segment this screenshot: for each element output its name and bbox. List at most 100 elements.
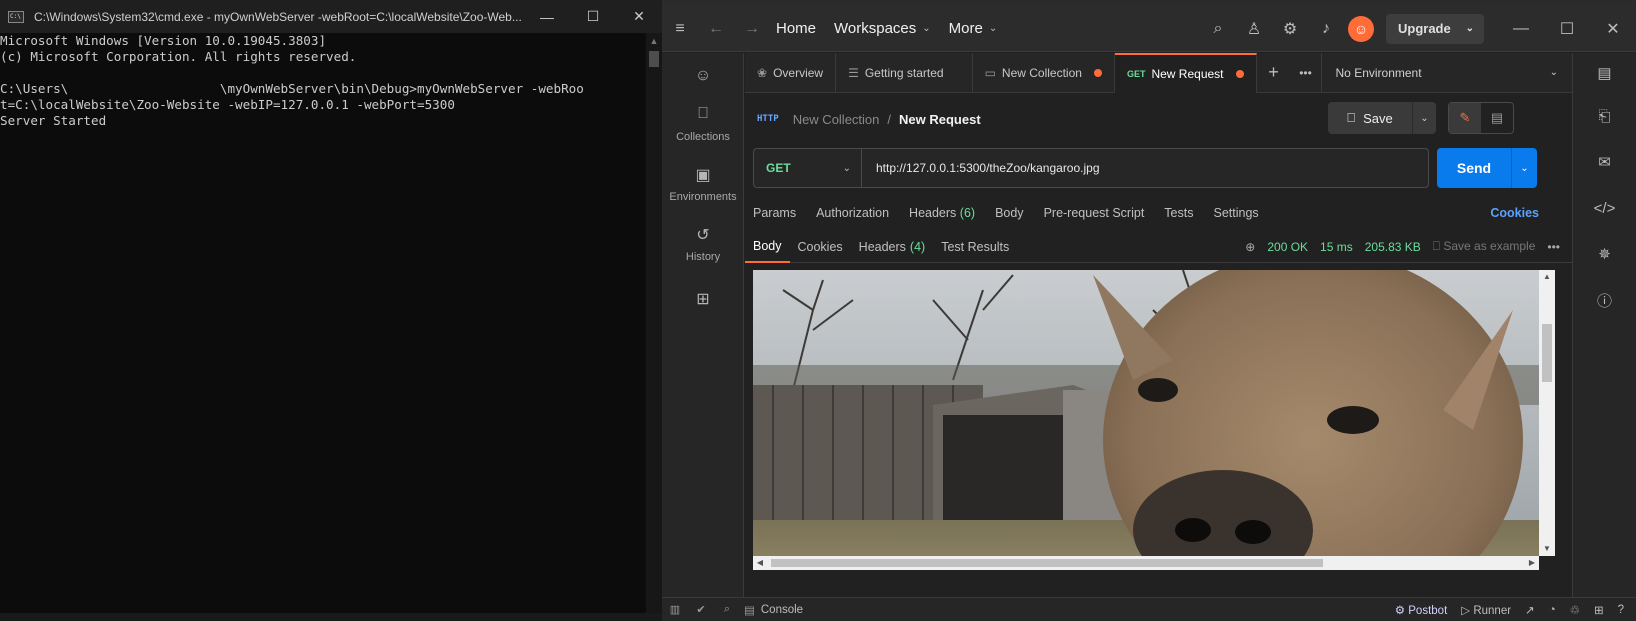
vertical-scrollbar[interactable]: ▲ ▼ bbox=[1539, 270, 1555, 556]
cookies-link[interactable]: Cookies bbox=[1490, 206, 1539, 220]
sidebar-item-environments[interactable]: ▣ Environments bbox=[662, 165, 744, 203]
chevron-down-icon: ⌄ bbox=[1549, 67, 1558, 78]
response-size[interactable]: 205.83 KB bbox=[1365, 240, 1421, 254]
scroll-up-icon[interactable]: ▲ bbox=[1539, 270, 1555, 284]
url-input[interactable] bbox=[861, 148, 1429, 188]
taskbar-fragment bbox=[0, 613, 662, 621]
sidebar-item-apps[interactable]: ⊞ bbox=[662, 289, 744, 315]
tab-settings[interactable]: Settings bbox=[1213, 206, 1258, 220]
method-select[interactable]: GET ⌄ bbox=[753, 148, 861, 188]
sidebar-item-collections[interactable]: ⎕ Collections bbox=[662, 105, 744, 143]
runner-button[interactable]: ▷ Runner bbox=[1461, 603, 1511, 617]
invite-user-icon[interactable]: ♙ bbox=[1236, 6, 1272, 52]
scroll-right-icon[interactable]: ▶ bbox=[1525, 556, 1539, 570]
response-tab-cookies[interactable]: Cookies bbox=[790, 231, 851, 263]
upgrade-button[interactable]: Upgrade ⌄ bbox=[1386, 13, 1484, 44]
response-tab-body[interactable]: Body bbox=[745, 231, 790, 263]
back-arrow-icon[interactable]: ← bbox=[698, 6, 734, 52]
search-icon[interactable]: ⌕ bbox=[1200, 6, 1236, 52]
toggle-sidebar-icon[interactable]: ▥ bbox=[662, 603, 688, 616]
console-button[interactable]: ▤ Console bbox=[744, 603, 803, 617]
code-icon[interactable]: </> bbox=[1573, 185, 1636, 231]
postbot-button[interactable]: ⚙ Postbot bbox=[1395, 603, 1448, 617]
status-badge[interactable]: 200 OK bbox=[1267, 240, 1308, 254]
more-tabs-icon[interactable]: ••• bbox=[1291, 53, 1321, 93]
trash-icon[interactable]: ♲ bbox=[1570, 603, 1580, 617]
forward-arrow-icon[interactable]: → bbox=[734, 6, 770, 52]
globe-icon[interactable]: ⊕ bbox=[1245, 240, 1255, 254]
send-button[interactable]: Send ⌄ bbox=[1437, 148, 1537, 188]
tab-label: New Request bbox=[1151, 66, 1224, 81]
response-tab-headers[interactable]: Headers (4) bbox=[851, 231, 934, 263]
settings-gear-icon[interactable]: ⚙ bbox=[1272, 6, 1308, 52]
tab-tests[interactable]: Tests bbox=[1164, 206, 1193, 220]
save-disk-icon: ⎕ bbox=[1432, 239, 1440, 253]
cookies-icon[interactable]: ◔ bbox=[1549, 604, 1556, 616]
search-icon[interactable]: ⌕ bbox=[714, 603, 740, 616]
tab-pre-request-script[interactable]: Pre-request Script bbox=[1044, 206, 1145, 220]
scroll-thumb[interactable] bbox=[771, 559, 1323, 567]
tab-getting-started[interactable]: ☰ Getting started bbox=[836, 52, 973, 93]
response-tab-test-results[interactable]: Test Results bbox=[933, 231, 1017, 263]
breadcrumb-current[interactable]: New Request bbox=[899, 112, 981, 127]
layout-icon[interactable]: ⊞ bbox=[1594, 603, 1604, 617]
sidebar-item-account[interactable]: ☺ bbox=[662, 67, 744, 93]
menu-icon[interactable]: ≡ bbox=[662, 6, 698, 52]
scroll-thumb[interactable] bbox=[649, 51, 659, 67]
tab-overview[interactable]: ❀ Overview bbox=[745, 52, 837, 93]
save-button[interactable]: ⎕ Save bbox=[1328, 102, 1412, 134]
home-link[interactable]: Home bbox=[776, 20, 816, 37]
tab-headers[interactable]: Headers (6) bbox=[909, 206, 975, 220]
tab-params[interactable]: Params bbox=[753, 206, 796, 220]
tab-new-collection[interactable]: ▭ New Collection bbox=[973, 52, 1115, 93]
maximize-icon[interactable]: ☐ bbox=[570, 0, 616, 33]
scroll-thumb[interactable] bbox=[1542, 324, 1552, 382]
save-dropdown-button[interactable]: ⌄ bbox=[1412, 102, 1436, 134]
horizontal-scrollbar[interactable]: ◀ ▶ bbox=[753, 556, 1539, 570]
save-as-example-button[interactable]: ⎕ Save as example bbox=[1433, 239, 1536, 254]
workspaces-menu[interactable]: Workspaces ⌄ bbox=[834, 20, 931, 37]
minimize-icon[interactable]: — bbox=[524, 0, 570, 33]
tab-new-request[interactable]: GET New Request bbox=[1114, 52, 1257, 93]
environment-quicklook-icon[interactable]: ▤ bbox=[1573, 53, 1636, 93]
documentation-icon[interactable]: ⎗ bbox=[1573, 93, 1636, 139]
sidebar-item-history[interactable]: ↺ History bbox=[662, 225, 744, 263]
cmd-console-output[interactable]: Microsoft Windows [Version 10.0.19045.38… bbox=[0, 33, 646, 613]
tab-authorization[interactable]: Authorization bbox=[816, 206, 889, 220]
cmd-window-title: C:\Windows\System32\cmd.exe - myOwnWebSe… bbox=[34, 9, 522, 24]
info-icon[interactable]: ⓘ bbox=[1573, 277, 1636, 323]
comment-icon[interactable]: ▤ bbox=[1481, 103, 1513, 133]
notifications-bell-icon[interactable]: ♪ bbox=[1308, 6, 1344, 52]
edit-pencil-icon[interactable]: ✎ bbox=[1449, 103, 1481, 133]
help-icon[interactable]: ? bbox=[1618, 604, 1624, 616]
more-options-icon[interactable]: ••• bbox=[1547, 240, 1560, 254]
tab-body[interactable]: Body bbox=[995, 206, 1024, 220]
close-icon[interactable]: ✕ bbox=[616, 0, 662, 33]
more-menu[interactable]: More ⌄ bbox=[949, 20, 998, 37]
user-icon: ☺ bbox=[694, 67, 712, 84]
avatar[interactable]: ☺ bbox=[1348, 15, 1374, 42]
sidebar-item-label: Environments bbox=[669, 191, 737, 203]
scroll-left-icon[interactable]: ◀ bbox=[753, 556, 767, 570]
scroll-down-icon[interactable]: ▼ bbox=[1539, 542, 1555, 556]
environment-select[interactable]: No Environment ⌄ bbox=[1320, 52, 1572, 93]
response-image-viewer[interactable] bbox=[753, 270, 1539, 570]
scroll-up-icon[interactable]: ▲ bbox=[646, 33, 662, 49]
minimize-icon[interactable]: — bbox=[1498, 6, 1544, 52]
new-tab-plus-icon[interactable]: + bbox=[1257, 53, 1291, 93]
status-footer: ▥ ✔ ⌕ ▤ Console ⚙ Postbot ▷ Runner ↗ ◔ ♲… bbox=[662, 597, 1636, 621]
overview-icon: ❀ bbox=[757, 65, 768, 80]
breadcrumb-parent[interactable]: New Collection bbox=[793, 112, 880, 127]
cmd-scrollbar[interactable]: ▲ bbox=[646, 33, 662, 613]
close-icon[interactable]: ✕ bbox=[1590, 6, 1636, 52]
send-dropdown-icon[interactable]: ⌄ bbox=[1511, 148, 1537, 188]
lightbulb-icon[interactable]: ✵ bbox=[1573, 231, 1636, 277]
comments-icon[interactable]: ✉ bbox=[1573, 139, 1636, 185]
maximize-icon[interactable]: ☐ bbox=[1544, 6, 1590, 52]
runner-icon: ▷ bbox=[1461, 604, 1471, 617]
check-circle-icon[interactable]: ✔ bbox=[688, 603, 714, 616]
capture-icon[interactable]: ↗ bbox=[1525, 603, 1535, 617]
postbot-label: Postbot bbox=[1408, 604, 1448, 617]
response-time[interactable]: 15 ms bbox=[1320, 240, 1353, 254]
cmd-titlebar[interactable]: C:\Windows\System32\cmd.exe - myOwnWebSe… bbox=[0, 0, 662, 33]
